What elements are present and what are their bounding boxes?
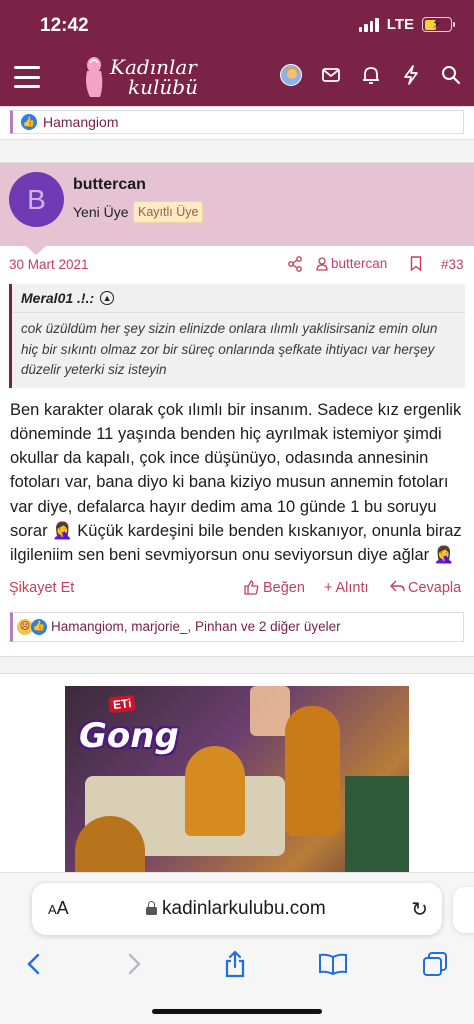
- thread-content: 👍 Hamangiom B buttercan Yeni Üye Kayıtlı…: [0, 106, 474, 872]
- report-button[interactable]: Şikayet Et: [9, 580, 74, 596]
- prev-reactions-text: Hamangiom: [43, 114, 119, 130]
- logo-line2: kulübü: [128, 75, 198, 99]
- user-role: Yeni Üye: [73, 204, 129, 220]
- post-number[interactable]: #33: [441, 257, 464, 272]
- user-avatar[interactable]: B: [9, 172, 64, 227]
- like-reaction-icon: 👍: [21, 114, 37, 130]
- quote-label: Alıntı: [335, 579, 369, 596]
- plus-icon: +: [324, 579, 333, 596]
- quote-button[interactable]: + Alıntı: [324, 580, 369, 596]
- menu-icon[interactable]: [14, 66, 40, 88]
- like-reaction-icon: 👍: [31, 618, 47, 635]
- address-bar[interactable]: AAAA kadinlarkulubu.com ↻: [32, 883, 442, 935]
- bookmark-icon[interactable]: [410, 256, 422, 274]
- url-text[interactable]: kadinlarkulubu.com: [162, 898, 326, 920]
- ad-badge: ETi: [108, 694, 137, 713]
- post-header: B buttercan Yeni Üye Kayıtlı Üye: [0, 163, 474, 255]
- post-author-name: buttercan: [331, 256, 388, 271]
- reactions-text: Hamangiom, marjorie_, Pinhan ve 2 diğer …: [51, 619, 341, 635]
- home-indicator: [152, 1009, 322, 1014]
- post-reactions[interactable]: ☹ 👍 Hamangiom, marjorie_, Pinhan ve 2 di…: [10, 611, 464, 642]
- quote-block: Meral01 .!.: ▲ cok üzüldüm her şey sizin…: [9, 284, 465, 388]
- arrow-up-icon[interactable]: ▲: [100, 291, 115, 305]
- share-icon[interactable]: [288, 256, 302, 275]
- post-author-link[interactable]: buttercan: [316, 256, 387, 271]
- post-meta: 30 Mart 2021 buttercan #33: [0, 246, 474, 284]
- username[interactable]: buttercan: [73, 176, 146, 194]
- battery-icon: ⚡: [422, 16, 455, 32]
- site-header: Kadınlar kulübü: [0, 52, 474, 106]
- user-badge: Kayıtlı Üye: [133, 201, 204, 223]
- reply-label: Cevapla: [408, 579, 462, 596]
- signal-icon: [358, 17, 379, 32]
- bolt-icon[interactable]: [400, 64, 422, 86]
- reader-aa-button[interactable]: AAAA: [48, 898, 69, 919]
- search-icon[interactable]: [440, 64, 462, 86]
- status-bar: 12:42 LTE ⚡: [0, 0, 474, 52]
- bell-icon[interactable]: [360, 64, 382, 86]
- network-label: LTE: [386, 16, 414, 33]
- share-sheet-icon[interactable]: [220, 949, 250, 979]
- quote-author: Meral01 .!.:: [21, 290, 95, 306]
- mail-icon[interactable]: [320, 64, 342, 86]
- ad-banner[interactable]: ETi Gong: [65, 685, 409, 872]
- lock-icon: [146, 901, 157, 915]
- reply-icon: [390, 580, 405, 592]
- post-body: Ben karakter olarak çok ılımlı bir insan…: [10, 400, 462, 565]
- prev-reactions[interactable]: 👍 Hamangiom: [10, 110, 464, 134]
- ad-card: ETi Gong: [0, 672, 474, 872]
- post: B buttercan Yeni Üye Kayıtlı Üye 30 Mart…: [0, 162, 474, 657]
- bookmarks-icon[interactable]: [318, 949, 348, 979]
- prev-post-footer: 👍 Hamangiom: [0, 106, 474, 140]
- status-right: LTE ⚡: [358, 16, 455, 33]
- header-icons: [280, 64, 462, 86]
- logo-figure-icon: [86, 57, 103, 97]
- forward-icon[interactable]: [120, 949, 150, 979]
- status-time: 12:42: [40, 15, 89, 36]
- back-icon[interactable]: [18, 949, 48, 979]
- post-actions: Şikayet Et Beğen + Alıntı Cevapla: [0, 568, 474, 612]
- logo-line1: Kadınlar: [110, 55, 197, 79]
- thumbs-up-icon: [244, 580, 259, 595]
- browser-tools: [0, 945, 474, 985]
- like-button[interactable]: Beğen: [244, 580, 305, 596]
- browser-toolbar: AAAA kadinlarkulubu.com ↻: [0, 872, 474, 1024]
- site-logo[interactable]: Kadınlar kulübü: [82, 55, 198, 99]
- tabs-icon[interactable]: [420, 949, 450, 979]
- next-tab-preview[interactable]: [453, 887, 474, 933]
- reload-icon[interactable]: ↻: [411, 897, 428, 922]
- like-label: Beğen: [263, 579, 305, 596]
- ad-brand: Gong: [79, 715, 179, 756]
- reply-button[interactable]: Cevapla: [390, 580, 461, 596]
- quote-header[interactable]: Meral01 .!.: ▲: [12, 284, 465, 313]
- avatar[interactable]: [280, 64, 302, 86]
- user-icon: [316, 256, 328, 271]
- top-bar: 12:42 LTE ⚡ Kadınlar kulübü: [0, 0, 474, 106]
- post-date[interactable]: 30 Mart 2021: [9, 257, 89, 272]
- quote-text: cok üzüldüm her şey sizin elinizde onlar…: [21, 321, 438, 377]
